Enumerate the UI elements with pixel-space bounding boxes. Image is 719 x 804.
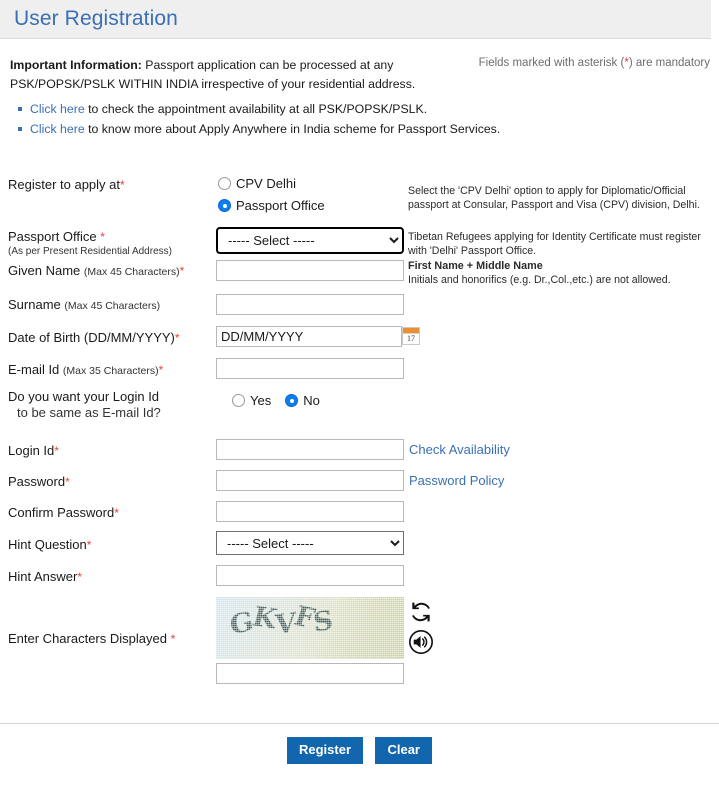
refresh-icon[interactable] [408,599,434,625]
list-item: Click here to check the appointment avai… [17,99,500,119]
register-button[interactable]: Register [286,737,364,764]
passport-office-select[interactable]: ----- Select ----- [216,227,404,254]
radio-option-cpv-delhi[interactable]: CPV Delhi [218,174,325,193]
appointment-availability-link[interactable]: Click here [30,102,85,116]
surname-input[interactable] [216,294,404,315]
given-name-hint-bold: First Name + Middle Name [408,260,543,272]
user-registration-page: User Registration Important Information:… [0,0,719,804]
given-name-label-text: Given Name [8,263,84,278]
given-name-hint: First Name + Middle Name Initials and ho… [408,259,708,287]
apply-anywhere-link[interactable]: Click here [30,122,85,136]
login-same-radio-group: Yes No [232,393,320,408]
speaker-icon[interactable] [408,629,434,655]
passport-office-hint: Tibetan Refugees applying for Identity C… [408,231,701,257]
login-id-label-text: Login Id [8,443,55,458]
surname-label-text: Surname [8,297,65,312]
surname-label: Surname (Max 45 Characters) [8,297,160,314]
radio-login-same-yes-label: Yes [250,393,272,408]
passport-office-sublabel: (As per Present Residential Address) [8,246,172,257]
captcha-image-text: GKVFS [228,600,333,642]
calendar-icon[interactable]: 17 [402,327,420,345]
given-name-maxlen: (Max 45 Characters) [83,266,180,278]
confirm-password-label-text: Confirm Password [8,505,115,520]
captcha-image: GKVFS [216,597,404,659]
passport-office-required: * [100,230,105,244]
register-at-hint: Select the 'CPV Delhi' option to apply f… [408,185,700,211]
password-required: * [65,475,70,489]
captcha-input[interactable] [216,663,404,684]
important-information-label: Important Information: [10,58,142,72]
login-same-label-line2: to be same as E-mail Id? [17,405,161,420]
register-at-required: * [120,178,125,192]
confirm-password-field[interactable] [216,501,404,522]
given-name-label: Given Name (Max 45 Characters)* [8,263,184,280]
calendar-icon-day: 17 [407,334,415,343]
given-name-input[interactable] [216,260,404,281]
email-required: * [158,363,164,377]
login-id-input[interactable] [216,439,404,460]
email-label-text: E-mail Id [8,362,63,377]
radio-option-passport-office[interactable]: Passport Office [218,196,325,215]
login-same-label-line1: Do you want your Login Id [8,389,160,404]
email-maxlen: (Max 35 Characters) [62,365,159,377]
radio-passport-office[interactable] [218,199,231,212]
footer-divider [0,723,719,724]
passport-office-label-text: Passport Office [8,229,101,244]
register-at-label-text: Register to apply at [8,177,121,192]
check-availability-link[interactable]: Check Availability [409,442,510,457]
login-id-required: * [54,444,59,458]
register-at-label: Register to apply at* [8,177,125,193]
hint-answer-label-text: Hint Answer [8,569,78,584]
email-label: E-mail Id (Max 35 Characters)* [8,362,163,379]
dob-required: * [174,331,180,345]
password-field[interactable] [216,470,404,491]
form-actions: Register Clear [0,737,719,764]
passport-office-label: Passport Office * (As per Present Reside… [8,229,172,258]
dob-label: Date of Birth (DD/MM/YYYY)* [8,330,180,346]
list-item: Click here to know more about Apply Anyw… [17,119,501,139]
radio-passport-office-label: Passport Office [236,198,325,213]
captcha-label-text: Enter Characters Displayed [8,631,171,646]
password-policy-link[interactable]: Password Policy [409,473,504,488]
confirm-password-required: * [114,506,119,520]
hint-question-label: Hint Question* [8,537,91,553]
hint-answer-input[interactable] [216,565,404,586]
dob-input[interactable] [216,326,402,347]
radio-cpv-delhi-label: CPV Delhi [236,176,296,191]
mandatory-note-prefix: Fields marked with asterisk ( [478,57,625,69]
mandatory-note-suffix: ) are mandatory [628,57,710,69]
radio-login-same-no-label: No [303,393,320,408]
hint-question-label-text: Hint Question [8,537,87,552]
radio-cpv-delhi[interactable] [218,177,231,190]
clear-button[interactable]: Clear [375,737,432,764]
confirm-password-label: Confirm Password* [8,505,119,521]
email-field[interactable] [216,358,404,379]
dob-label-text: Date of Birth (DD/MM/YYYY) [8,330,175,345]
info-links-list: Click here to check the appointment avai… [12,99,500,139]
hint-answer-label: Hint Answer* [8,569,82,585]
hint-question-required: * [86,538,92,552]
apply-anywhere-text: to know more about Apply Anywhere in Ind… [84,122,501,136]
important-information: Important Information: Passport applicat… [10,56,462,94]
password-label-text: Password [8,474,66,489]
captcha-required: * [170,632,176,646]
appointment-availability-text: to check the appointment availability at… [84,102,428,116]
radio-login-same-yes[interactable] [232,394,245,407]
hint-answer-required: * [77,570,83,584]
register-at-radio-group: CPV Delhi Passport Office [218,174,325,215]
mandatory-fields-note: Fields marked with asterisk (*) are mand… [479,57,710,69]
login-id-label: Login Id* [8,443,59,459]
captcha-label: Enter Characters Displayed * [8,631,175,647]
surname-maxlen: (Max 45 Characters) [64,300,161,312]
given-name-hint-text: Initials and honorifics (e.g. Dr.,Col.,e… [408,274,671,286]
given-name-required: * [179,264,185,278]
login-same-label: Do you want your Login Id to be same as … [8,389,161,421]
password-label: Password* [8,474,70,490]
hint-question-select[interactable]: ----- Select ----- [216,531,404,555]
page-title: User Registration [14,7,178,30]
radio-login-same-no[interactable] [285,394,299,407]
